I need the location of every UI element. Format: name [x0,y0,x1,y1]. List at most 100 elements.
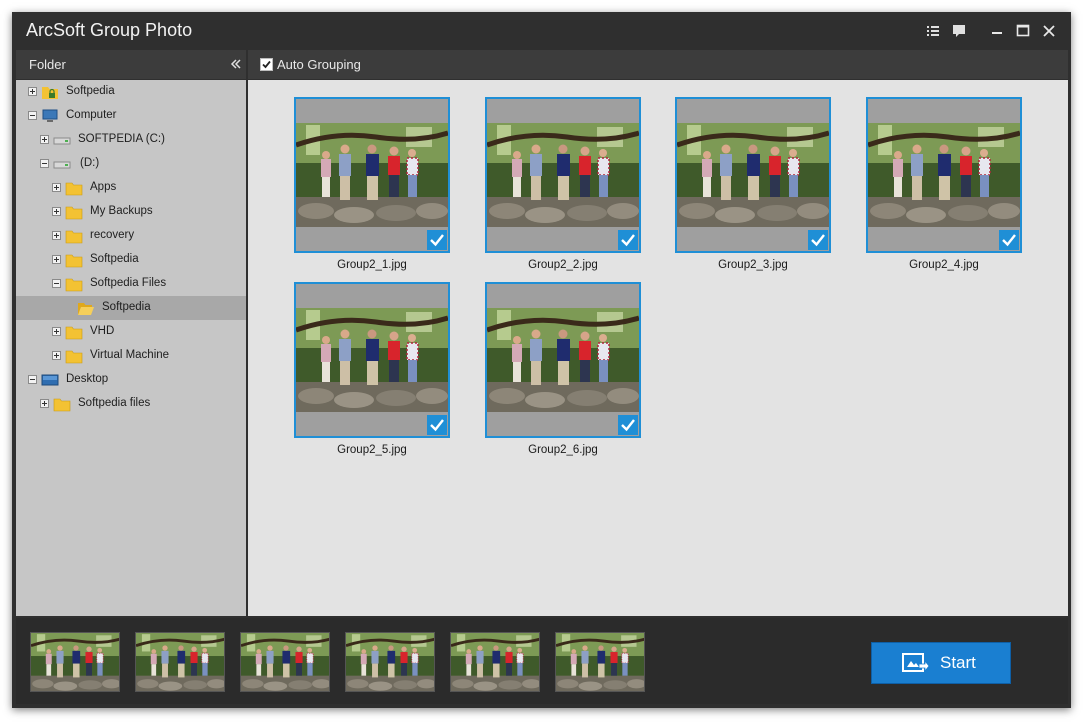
maximize-icon[interactable] [1014,22,1032,40]
tree-item-label: (D:) [80,157,100,169]
tree-item-label: VHD [90,325,115,337]
strip-thumbnail[interactable] [555,632,645,692]
desktop-icon [41,372,59,388]
photo-filename: Group2_5.jpg [337,444,407,456]
strip-thumbnail[interactable] [30,632,120,692]
tree-item-apps[interactable]: Apps [16,176,246,200]
expand-icon[interactable] [52,351,61,360]
collapse-panel-icon[interactable] [229,57,243,71]
expand-icon[interactable] [52,231,61,240]
tree-item-softpedia-files[interactable]: Softpedia Files [16,272,246,296]
tree-item-virtual-machine[interactable]: Virtual Machine [16,344,246,368]
folder-icon [65,252,83,268]
group-photo-image [487,308,639,412]
expand-icon[interactable] [52,207,61,216]
photo-filename: Group2_4.jpg [909,259,979,271]
expand-icon[interactable] [28,87,37,96]
tree-item-my-backups[interactable]: My Backups [16,200,246,224]
selected-check-icon[interactable] [808,230,828,250]
tree-item-desktop[interactable]: Desktop [16,368,246,392]
group-photo-image [677,123,829,227]
tree-item-computer[interactable]: Computer [16,104,246,128]
folder-panel-title: Folder [29,57,66,72]
group-photo-image [868,123,1020,227]
group-photo-image [296,123,448,227]
photo-tile[interactable] [485,282,641,438]
strip-thumbnail[interactable] [450,632,540,692]
expand-icon[interactable] [52,183,61,192]
photo-filename: Group2_6.jpg [528,444,598,456]
auto-grouping-label[interactable]: Auto Grouping [277,57,361,72]
locked-folder-icon [41,84,59,100]
folder-icon [65,324,83,340]
selected-check-icon[interactable] [999,230,1019,250]
folder-icon [65,228,83,244]
photo-strip-bar: Start [16,618,1068,704]
strip-thumbnail[interactable] [135,632,225,692]
collapse-icon[interactable] [28,111,37,120]
photo-tile[interactable] [294,282,450,438]
collapse-icon[interactable] [52,279,61,288]
drive-icon [53,156,71,172]
group-photo-image [296,308,448,412]
start-button-label: Start [940,653,976,672]
tree-item-label: Virtual Machine [90,349,170,361]
tree-item-label: Computer [66,109,117,121]
photo-tile[interactable] [485,97,641,253]
auto-grouping-checkbox[interactable] [260,58,273,71]
expand-icon[interactable] [40,399,49,408]
start-button[interactable]: Start [871,642,1011,684]
tree-item-softpedia[interactable]: Softpedia [16,80,246,104]
gallery-toolbar: Auto Grouping [248,50,1068,79]
strip-thumbnail[interactable] [240,632,330,692]
folder-tree[interactable]: Softpedia Computer SOFTPEDIA (C:) (D:) A… [16,80,246,616]
tree-item-label: Apps [90,181,117,193]
photo-tile[interactable] [675,97,831,253]
minimize-icon[interactable] [988,22,1006,40]
collapse-icon[interactable] [40,159,49,168]
tree-item-softpedia-files-desktop[interactable]: Softpedia files [16,392,246,416]
title-bar: ArcSoft Group Photo [12,12,1071,48]
expand-icon[interactable] [40,135,49,144]
feedback-icon[interactable] [950,22,968,40]
tree-item-softpedia-d[interactable]: Softpedia [16,248,246,272]
strip-thumbnail[interactable] [345,632,435,692]
group-photo-image [487,123,639,227]
tree-item-drive-c[interactable]: SOFTPEDIA (C:) [16,128,246,152]
expand-icon[interactable] [52,327,61,336]
tree-item-label: recovery [90,229,135,241]
tree-item-vhd[interactable]: VHD [16,320,246,344]
tree-item-label: My Backups [90,205,153,217]
collapse-icon[interactable] [28,375,37,384]
folder-icon [65,348,83,364]
tree-item-recovery[interactable]: recovery [16,224,246,248]
drive-icon [53,132,71,148]
expand-icon[interactable] [52,255,61,264]
photo-tile[interactable] [866,97,1022,253]
selected-check-icon[interactable] [618,230,638,250]
app-title: ArcSoft Group Photo [26,20,193,40]
selected-check-icon[interactable] [427,230,447,250]
selected-check-icon[interactable] [427,415,447,435]
close-icon[interactable] [1040,22,1058,40]
folder-icon [65,180,83,196]
tree-item-label: SOFTPEDIA (C:) [78,133,165,145]
app-window: ArcSoft Group Photo Folder Auto Grouping… [12,12,1071,708]
folder-icon [65,204,83,220]
selected-check-icon[interactable] [618,415,638,435]
folder-icon [65,276,83,292]
photo-tile[interactable] [294,97,450,253]
tree-item-label: Desktop [66,373,109,385]
list-menu-icon[interactable] [924,22,942,40]
tree-item-label: Softpedia [102,301,151,313]
tree-item-softpedia-selected[interactable]: Softpedia [16,296,246,320]
start-icon [902,652,930,676]
photo-filename: Group2_1.jpg [337,259,407,271]
tree-item-drive-d[interactable]: (D:) [16,152,246,176]
tree-item-label: Softpedia [66,85,115,97]
computer-icon [41,108,59,124]
tree-item-label: Softpedia Files [90,277,167,289]
photo-filename: Group2_2.jpg [528,259,598,271]
folder-icon [53,396,71,412]
tree-item-label: Softpedia files [78,397,151,409]
